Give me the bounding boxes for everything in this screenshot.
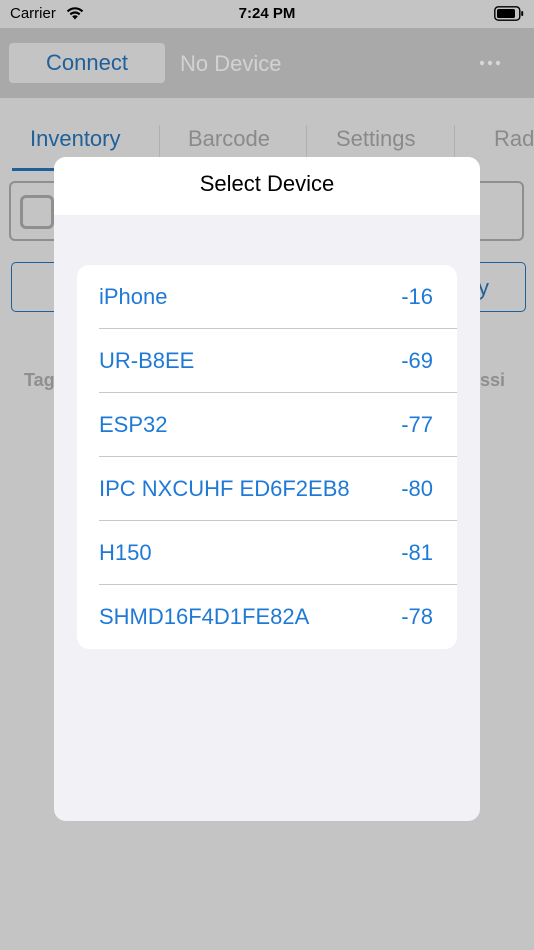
battery-icon: [494, 6, 524, 21]
device-rssi: -81: [401, 540, 433, 565]
nav-bar: Connect No Device: [0, 28, 534, 98]
tab-divider: [306, 125, 307, 157]
device-rssi: -78: [401, 604, 433, 629]
device-name: iPhone: [99, 284, 168, 309]
device-name: ESP32: [99, 412, 168, 437]
tab-radio[interactable]: Rad: [494, 126, 534, 166]
device-row[interactable]: SHMD16F4D1FE82A -78: [99, 585, 457, 649]
device-name: IPC NXCUHF ED6F2EB8: [99, 476, 350, 501]
clock-time: 7:24 PM: [238, 5, 296, 22]
device-name: H150: [99, 540, 152, 565]
tag-column-header: Tag: [24, 370, 55, 390]
device-name: UR-B8EE: [99, 348, 195, 373]
device-row[interactable]: iPhone -16: [99, 265, 457, 329]
device-row[interactable]: IPC NXCUHF ED6F2EB8 -80: [99, 457, 457, 521]
device-row[interactable]: UR-B8EE -69: [99, 329, 457, 393]
device-name: SHMD16F4D1FE82A: [99, 604, 310, 629]
rssi-column-header: ssi: [480, 370, 506, 390]
dialog-header: Select Device: [54, 157, 480, 215]
inventory-checkbox[interactable]: [20, 195, 54, 229]
select-device-dialog: Select Device iPhone -16 UR-B8EE -69 ESP…: [54, 157, 480, 821]
device-rssi: -16: [401, 284, 433, 309]
device-row[interactable]: ESP32 -77: [99, 393, 457, 457]
device-status-label: No Device: [180, 51, 282, 76]
ellipsis-icon[interactable]: [477, 53, 505, 73]
device-row[interactable]: H150 -81: [99, 521, 457, 585]
connect-button[interactable]: Connect: [9, 43, 165, 83]
status-bar: Carrier 7:24 PM: [0, 0, 534, 28]
device-list: iPhone -16 UR-B8EE -69 ESP32 -77 IPC NXC…: [77, 265, 457, 649]
dialog-title: Select Device: [199, 171, 335, 196]
tab-divider: [159, 125, 160, 157]
device-rssi: -77: [401, 412, 433, 437]
device-rssi: -80: [401, 476, 433, 501]
device-rssi: -69: [401, 348, 433, 373]
tab-divider: [454, 125, 455, 157]
ellipsis-glyph: [479, 60, 501, 66]
